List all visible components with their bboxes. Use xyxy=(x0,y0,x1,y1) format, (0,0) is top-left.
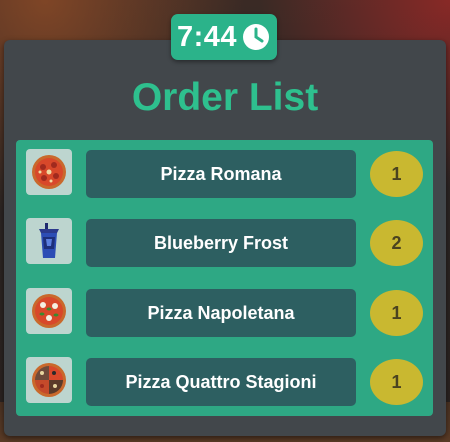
order-row: Pizza Napoletana 1 xyxy=(16,279,433,337)
pizza-quattro-stagioni-icon xyxy=(32,363,66,397)
blueberry-frost-drink-icon xyxy=(39,223,59,258)
order-thumbnail xyxy=(26,357,72,403)
order-thumbnail xyxy=(26,288,72,334)
order-row: Pizza Quattro Stagioni 1 xyxy=(16,348,433,406)
order-item-name: Pizza Romana xyxy=(86,150,356,198)
order-thumbnail xyxy=(26,218,72,264)
timer-text: 7:44 xyxy=(177,20,238,53)
pizza-napoletana-icon xyxy=(32,294,66,328)
order-row: Blueberry Frost 2 xyxy=(16,209,433,267)
order-thumbnail xyxy=(26,149,72,195)
pizza-romana-icon xyxy=(32,155,66,189)
clock-icon xyxy=(243,24,269,50)
order-item-name: Pizza Quattro Stagioni xyxy=(86,358,356,406)
order-quantity-badge: 1 xyxy=(370,151,423,197)
order-list-title: Order List xyxy=(131,76,319,119)
order-item-name: Pizza Napoletana xyxy=(86,289,356,337)
timer-badge: 7:44 xyxy=(171,14,277,60)
order-quantity-badge: 1 xyxy=(370,359,423,405)
order-item-name: Blueberry Frost xyxy=(86,219,356,267)
order-row: Pizza Romana 1 xyxy=(16,140,433,198)
order-quantity-badge: 1 xyxy=(370,290,423,336)
order-list: Pizza Romana 1 Blueberry Frost 2 Pizza N… xyxy=(16,140,433,416)
order-quantity-badge: 2 xyxy=(370,220,423,266)
